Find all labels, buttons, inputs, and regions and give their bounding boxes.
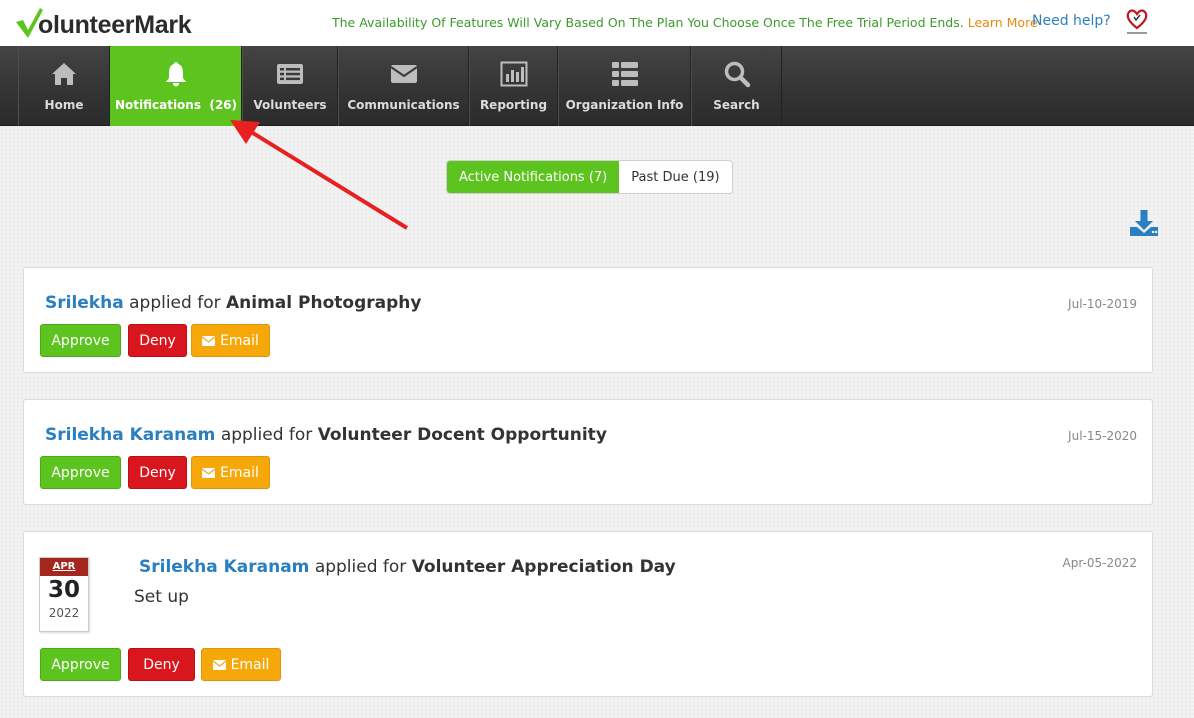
home-icon	[52, 63, 76, 85]
email-button[interactable]: Email	[191, 324, 270, 357]
envelope-icon	[202, 335, 216, 346]
nav-notifications-label: Notifications (26)	[114, 98, 238, 112]
nav-home[interactable]: Home	[18, 46, 110, 126]
notification-card: APR 30 2022 Srilekha Karanam applied for…	[23, 531, 1153, 697]
download-icon[interactable]	[1128, 208, 1160, 238]
annotation-arrow	[230, 120, 409, 230]
notification-title: Srilekha applied for Animal Photography	[45, 293, 421, 313]
notification-note: Set up	[134, 587, 189, 607]
email-button-label: Email	[220, 332, 259, 349]
bell-icon	[166, 62, 186, 87]
nav-search[interactable]: Search	[691, 46, 782, 126]
notification-title: Srilekha Karanam applied for Volunteer D…	[45, 425, 607, 445]
calendar-year: 2022	[48, 606, 80, 620]
search-icon	[724, 61, 750, 88]
trial-message-text: The Availability Of Features Will Vary B…	[332, 15, 964, 30]
approve-button[interactable]: Approve	[40, 648, 121, 681]
calendar-day: 30	[47, 577, 80, 603]
learn-more-link[interactable]: Learn More	[968, 15, 1038, 30]
nav-reporting-label: Reporting	[479, 98, 548, 112]
notification-date: Jul-15-2020	[1068, 429, 1137, 443]
email-button[interactable]: Email	[191, 456, 270, 489]
notification-date: Apr-05-2022	[1062, 556, 1137, 570]
tab-active-notifications[interactable]: Active Notifications (7)	[447, 161, 620, 193]
approve-button[interactable]: Approve	[40, 324, 121, 357]
volunteer-name-link[interactable]: Srilekha	[45, 293, 124, 313]
notification-date: Jul-10-2019	[1068, 297, 1137, 311]
approve-button[interactable]: Approve	[40, 456, 121, 489]
notification-tabs: Active Notifications (7) Past Due (19)	[446, 160, 733, 194]
org-list-icon	[611, 62, 638, 86]
nav-reporting[interactable]: Reporting	[469, 46, 558, 126]
top-bar: olunteerMark The Availability Of Feature…	[0, 0, 1194, 46]
list-icon	[277, 64, 303, 84]
nav-organization-info-label: Organization Info	[565, 98, 684, 112]
opportunity-name: Volunteer Docent Opportunity	[317, 425, 607, 445]
notification-verb: applied for	[220, 425, 313, 445]
organization-logo-icon[interactable]	[1122, 6, 1152, 38]
nav-home-label: Home	[44, 98, 84, 112]
envelope-icon	[389, 65, 418, 83]
deny-button[interactable]: Deny	[128, 324, 187, 357]
deny-button[interactable]: Deny	[128, 648, 195, 681]
notification-verb: applied for	[129, 293, 221, 313]
bar-chart-icon	[500, 61, 527, 87]
email-button[interactable]: Email	[201, 648, 281, 681]
trial-message: The Availability Of Features Will Vary B…	[332, 15, 1038, 30]
email-button-label: Email	[220, 464, 259, 481]
envelope-icon	[202, 467, 216, 478]
logo-text: olunteerMark	[38, 10, 192, 39]
need-help-link[interactable]: Need help?	[1032, 13, 1111, 29]
nav-organization-info[interactable]: Organization Info	[558, 46, 691, 126]
notification-verb: applied for	[314, 557, 407, 577]
calendar-month: APR	[40, 558, 88, 576]
main-nav: Home Notifications (26) Volunteers Commu…	[0, 46, 1194, 126]
notification-card: Srilekha Karanam applied for Volunteer D…	[23, 399, 1153, 505]
opportunity-name: Animal Photography	[226, 293, 422, 313]
nav-search-label: Search	[713, 98, 760, 112]
notification-title: Srilekha Karanam applied for Volunteer A…	[139, 557, 676, 577]
logo-check-icon	[16, 8, 43, 38]
notification-card: Srilekha applied for Animal Photography …	[23, 267, 1153, 373]
volunteer-name-link[interactable]: Srilekha Karanam	[45, 425, 215, 445]
email-button-label: Email	[230, 656, 270, 673]
volunteermark-logo[interactable]: olunteerMark	[14, 5, 192, 41]
volunteer-name-link[interactable]: Srilekha Karanam	[139, 557, 309, 577]
deny-button[interactable]: Deny	[128, 456, 187, 489]
opportunity-name: Volunteer Appreciation Day	[411, 557, 676, 577]
envelope-icon	[212, 659, 226, 670]
event-calendar-badge: APR 30 2022	[39, 557, 89, 632]
tab-past-due[interactable]: Past Due (19)	[619, 161, 732, 193]
